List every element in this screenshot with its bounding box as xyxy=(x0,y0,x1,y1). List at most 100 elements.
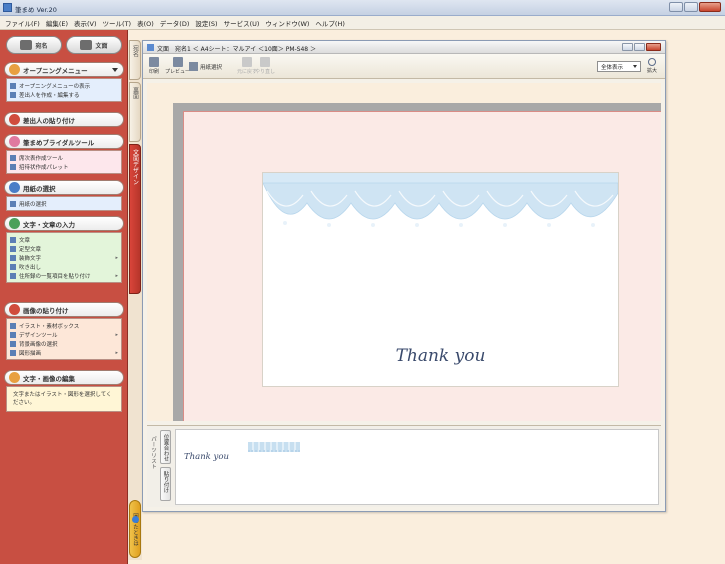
zoom-button[interactable]: 拡大 xyxy=(646,58,658,75)
title-bar: 筆まめ Ver.20 xyxy=(0,0,725,16)
menu-view[interactable]: 表示(V) xyxy=(71,18,100,28)
section-sender-paste: 差出人の貼り付け xyxy=(4,112,124,127)
part-thank-you-text[interactable]: Thank you xyxy=(184,452,229,462)
design-icon xyxy=(10,331,16,338)
document-title: 文面 宛名1 ＜ A4シート：マルアイ ＜10面＞ PM-S48 ＞ xyxy=(157,46,317,53)
speech-bubble-icon xyxy=(10,263,16,270)
part-lace-border[interactable] xyxy=(248,442,300,452)
section-header[interactable]: 用紙の選択 xyxy=(4,180,124,195)
section-image-paste: 画像の貼り付け イラスト・素材ボックス デザインツール ▸ 背景画像の選択 図形描… xyxy=(4,302,124,360)
side-tabs: 宛名 裏面 文面デザイン xyxy=(128,40,142,560)
view-select[interactable]: 全体表示 xyxy=(597,61,641,72)
redo-button[interactable]: やり直し xyxy=(255,57,275,76)
zoom-icon xyxy=(648,58,656,66)
menu-file[interactable]: ファイル(F) xyxy=(2,18,43,28)
menu-item-speech-bubble[interactable]: 吹き出し xyxy=(10,262,118,271)
menu-item-paper-select[interactable]: 用紙の選択 xyxy=(10,199,118,208)
print-button[interactable]: 印刷 xyxy=(149,57,159,76)
menu-item-design-tool[interactable]: デザインツール ▸ xyxy=(10,330,118,339)
doc-minimize-button[interactable] xyxy=(622,43,633,51)
print-preview-button[interactable]: プレビュー xyxy=(165,57,190,76)
menu-tools[interactable]: ツール(T) xyxy=(100,18,135,28)
redo-icon xyxy=(260,57,270,67)
minimize-button[interactable] xyxy=(669,2,683,12)
doc-maximize-button[interactable] xyxy=(634,43,645,51)
document-toolbar: 印刷 プレビュー 用紙選択 元に戻す やり直し 全体表示 拡大 xyxy=(143,54,665,79)
menu-help[interactable]: ヘルプ(H) xyxy=(312,18,347,28)
section-text-input: 文字・文章の入力 文章 定型文章 装飾文字 ▸ 吹き出し 住所録の一覧項目を貼り付… xyxy=(4,216,124,283)
menu-item-seating-chart[interactable]: 席次表作成ツール xyxy=(10,153,118,162)
chevron-right-icon: ▸ xyxy=(115,331,118,338)
section-header[interactable]: 筆まめブライダルツール xyxy=(4,134,124,149)
menu-service[interactable]: サービス(U) xyxy=(221,18,263,28)
doc-close-button[interactable] xyxy=(646,43,661,51)
paper-icon xyxy=(9,182,20,193)
parts-list-label: パーツリスト xyxy=(150,436,156,469)
tab-address[interactable]: 宛名 xyxy=(129,40,141,80)
section-opening-menu: オープニングメニュー オープニングメニューの表示 差出人を作成・編集する xyxy=(4,62,124,102)
help-icon xyxy=(132,516,139,523)
paste-part-button[interactable]: 貼り付け xyxy=(160,467,171,501)
undo-button[interactable]: 元に戻す xyxy=(237,57,257,76)
paper-select-button[interactable]: 用紙選択 xyxy=(189,61,222,72)
help-tab[interactable]: 困ったときは xyxy=(129,500,141,558)
section-header[interactable]: 画像の貼り付け xyxy=(4,302,124,317)
menu-item-address-fields[interactable]: 住所録の一覧項目を貼り付け ▸ xyxy=(10,271,118,280)
menu-item-illustration-box[interactable]: イラスト・素材ボックス xyxy=(10,321,118,330)
design-canvas[interactable]: Thank you xyxy=(147,83,661,421)
sender-paste-button[interactable]: 差出人の貼り付け xyxy=(4,112,124,127)
illustration-icon xyxy=(10,322,16,329)
menu-item-background-image[interactable]: 背景画像の選択 xyxy=(10,339,118,348)
ring-icon xyxy=(9,136,20,147)
menu-window[interactable]: ウィンドウ(W) xyxy=(262,18,312,28)
menu-edit[interactable]: 編集(E) xyxy=(43,18,71,28)
menu-item-text[interactable]: 文章 xyxy=(10,235,118,244)
card-design[interactable]: Thank you xyxy=(262,172,619,387)
menu-data[interactable]: データ(D) xyxy=(157,18,193,28)
app-title: 筆まめ Ver.20 xyxy=(15,6,57,14)
palette-icon xyxy=(10,163,16,170)
person-icon xyxy=(10,91,16,98)
edit-icon xyxy=(9,372,20,383)
section-header[interactable]: 文字・文章の入力 xyxy=(4,216,124,231)
menu-item-shape-draw[interactable]: 図形描画 ▸ xyxy=(10,348,118,357)
decorative-text-icon xyxy=(10,254,16,261)
menu-settings[interactable]: 設定(S) xyxy=(192,18,220,28)
chevron-down-icon xyxy=(112,67,118,72)
printer-icon xyxy=(149,57,159,67)
section-header[interactable]: オープニングメニュー xyxy=(4,62,124,77)
menu-item-template-text[interactable]: 定型文章 xyxy=(10,244,118,253)
close-button[interactable] xyxy=(699,2,721,12)
address-mode-button[interactable]: 宛名 xyxy=(6,36,62,54)
window-controls xyxy=(669,2,721,12)
template-icon xyxy=(10,245,16,252)
menu-item-edit-sender[interactable]: 差出人を作成・編集する xyxy=(10,90,118,99)
menu-item-show-opening[interactable]: オープニングメニューの表示 xyxy=(10,81,118,90)
menu-item-decorative-text[interactable]: 装飾文字 ▸ xyxy=(10,253,118,262)
edit-hint: 文字またはイラスト・図形を選択してください。 xyxy=(13,392,112,406)
paper-icon xyxy=(10,200,16,207)
letter-mode-button[interactable]: 文面 xyxy=(66,36,122,54)
undo-icon xyxy=(242,57,252,67)
list-icon xyxy=(10,272,16,279)
menu-table[interactable]: 表(O) xyxy=(134,18,157,28)
section-paper-select: 用紙の選択 用紙の選択 xyxy=(4,180,124,211)
chevron-down-icon xyxy=(633,65,637,68)
maximize-button[interactable] xyxy=(684,2,698,12)
tab-back[interactable]: 裏面 xyxy=(129,82,141,142)
document-title-bar: 文面 宛名1 ＜ A4シート：マルアイ ＜10面＞ PM-S48 ＞ xyxy=(143,41,665,54)
tab-letter-design[interactable]: 文面デザイン xyxy=(129,144,141,294)
table-icon xyxy=(10,154,16,161)
paper-sheet: Thank you xyxy=(183,111,661,421)
card-greeting-text[interactable]: Thank you xyxy=(263,346,618,366)
image-icon xyxy=(9,304,20,315)
document-window: 文面 宛名1 ＜ A4シート：マルアイ ＜10面＞ PM-S48 ＞ 印刷 プレ… xyxy=(142,40,666,512)
section-header[interactable]: 文字・画像の編集 xyxy=(4,370,124,385)
chevron-right-icon: ▸ xyxy=(115,349,118,356)
chevron-right-icon: ▸ xyxy=(115,254,118,261)
menu-item-invitation-palette[interactable]: 招待状作成パレット xyxy=(10,162,118,171)
left-panel: 宛名 文面 オープニングメニュー オープニングメニューの表示 差出人を作成・編集… xyxy=(0,30,128,564)
align-button[interactable]: 位置合わせ xyxy=(160,430,171,464)
parts-list[interactable]: Thank you xyxy=(175,429,659,505)
shape-icon xyxy=(10,349,16,356)
